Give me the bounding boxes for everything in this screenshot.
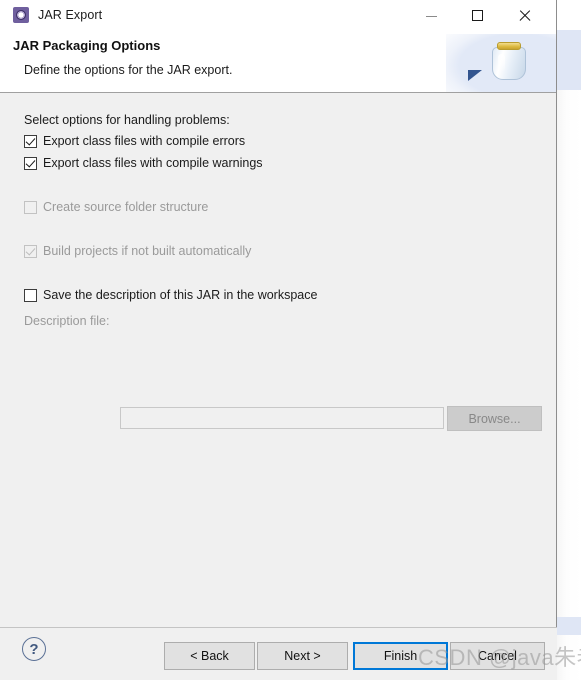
next-button[interactable]: Next > <box>257 642 348 670</box>
browse-button[interactable]: Browse... <box>447 406 542 431</box>
background-right-titlebar <box>557 0 581 30</box>
back-button[interactable]: < Back <box>164 642 255 670</box>
checkbox-indicator <box>24 244 37 258</box>
section-label-handling-problems: Select options for handling problems: <box>24 113 230 127</box>
checkbox-label: Build projects if not built automaticall… <box>43 244 252 258</box>
checkbox-create-source-folder-structure: Create source folder structure <box>24 200 208 214</box>
window-title: JAR Export <box>38 8 103 22</box>
help-icon[interactable]: ? <box>22 637 46 661</box>
checkbox-indicator[interactable] <box>24 134 37 148</box>
maximize-icon <box>471 9 483 21</box>
background-right-band <box>557 617 581 635</box>
dialog-banner: JAR Packaging Options Define the options… <box>0 30 556 93</box>
jar-export-icon <box>13 7 29 23</box>
jar-lid-shape <box>497 42 521 50</box>
checkbox-export-class-files-compile-warnings[interactable]: Export class files with compile warnings <box>24 156 263 170</box>
checkbox-label: Create source folder structure <box>43 200 209 214</box>
minimize-icon <box>425 16 437 17</box>
page-title: JAR Packaging Options <box>13 38 161 53</box>
checkbox-build-projects-if-not-built-automatically: Build projects if not built automaticall… <box>24 244 251 258</box>
checkbox-label: Export class files with compile errors <box>43 134 246 148</box>
finish-button[interactable]: Finish <box>353 642 448 670</box>
cancel-button[interactable]: Cancel <box>450 642 545 670</box>
dialog-titlebar[interactable]: JAR Export <box>0 0 556 30</box>
jar-gloss-shape <box>498 54 505 72</box>
close-icon <box>518 9 531 22</box>
description-file-label: Description file: <box>24 314 110 328</box>
checkbox-label: Save the description of this JAR in the … <box>43 288 318 302</box>
checkbox-export-class-files-compile-errors[interactable]: Export class files with compile errors <box>24 134 245 148</box>
page-subtitle: Define the options for the JAR export. <box>24 63 233 77</box>
background-right-panel <box>557 0 581 680</box>
background-right-banner <box>557 30 581 90</box>
jar-export-dialog: JAR Export JAR Packaging Options Define … <box>0 0 557 680</box>
checkbox-indicator[interactable] <box>24 156 37 170</box>
checkbox-label: Export class files with compile warnings <box>43 156 263 170</box>
maximize-button[interactable] <box>454 0 500 30</box>
close-button[interactable] <box>501 0 547 30</box>
checkbox-indicator[interactable] <box>24 288 37 302</box>
checkbox-save-description-in-workspace[interactable]: Save the description of this JAR in the … <box>24 288 317 302</box>
jar-bottle-icon <box>446 30 556 92</box>
checkbox-indicator <box>24 200 37 214</box>
minimize-button[interactable] <box>408 0 454 30</box>
export-arrow-icon <box>468 70 482 81</box>
description-file-input[interactable] <box>120 407 444 429</box>
dialog-body: Select options for handling problems: Ex… <box>0 93 556 628</box>
